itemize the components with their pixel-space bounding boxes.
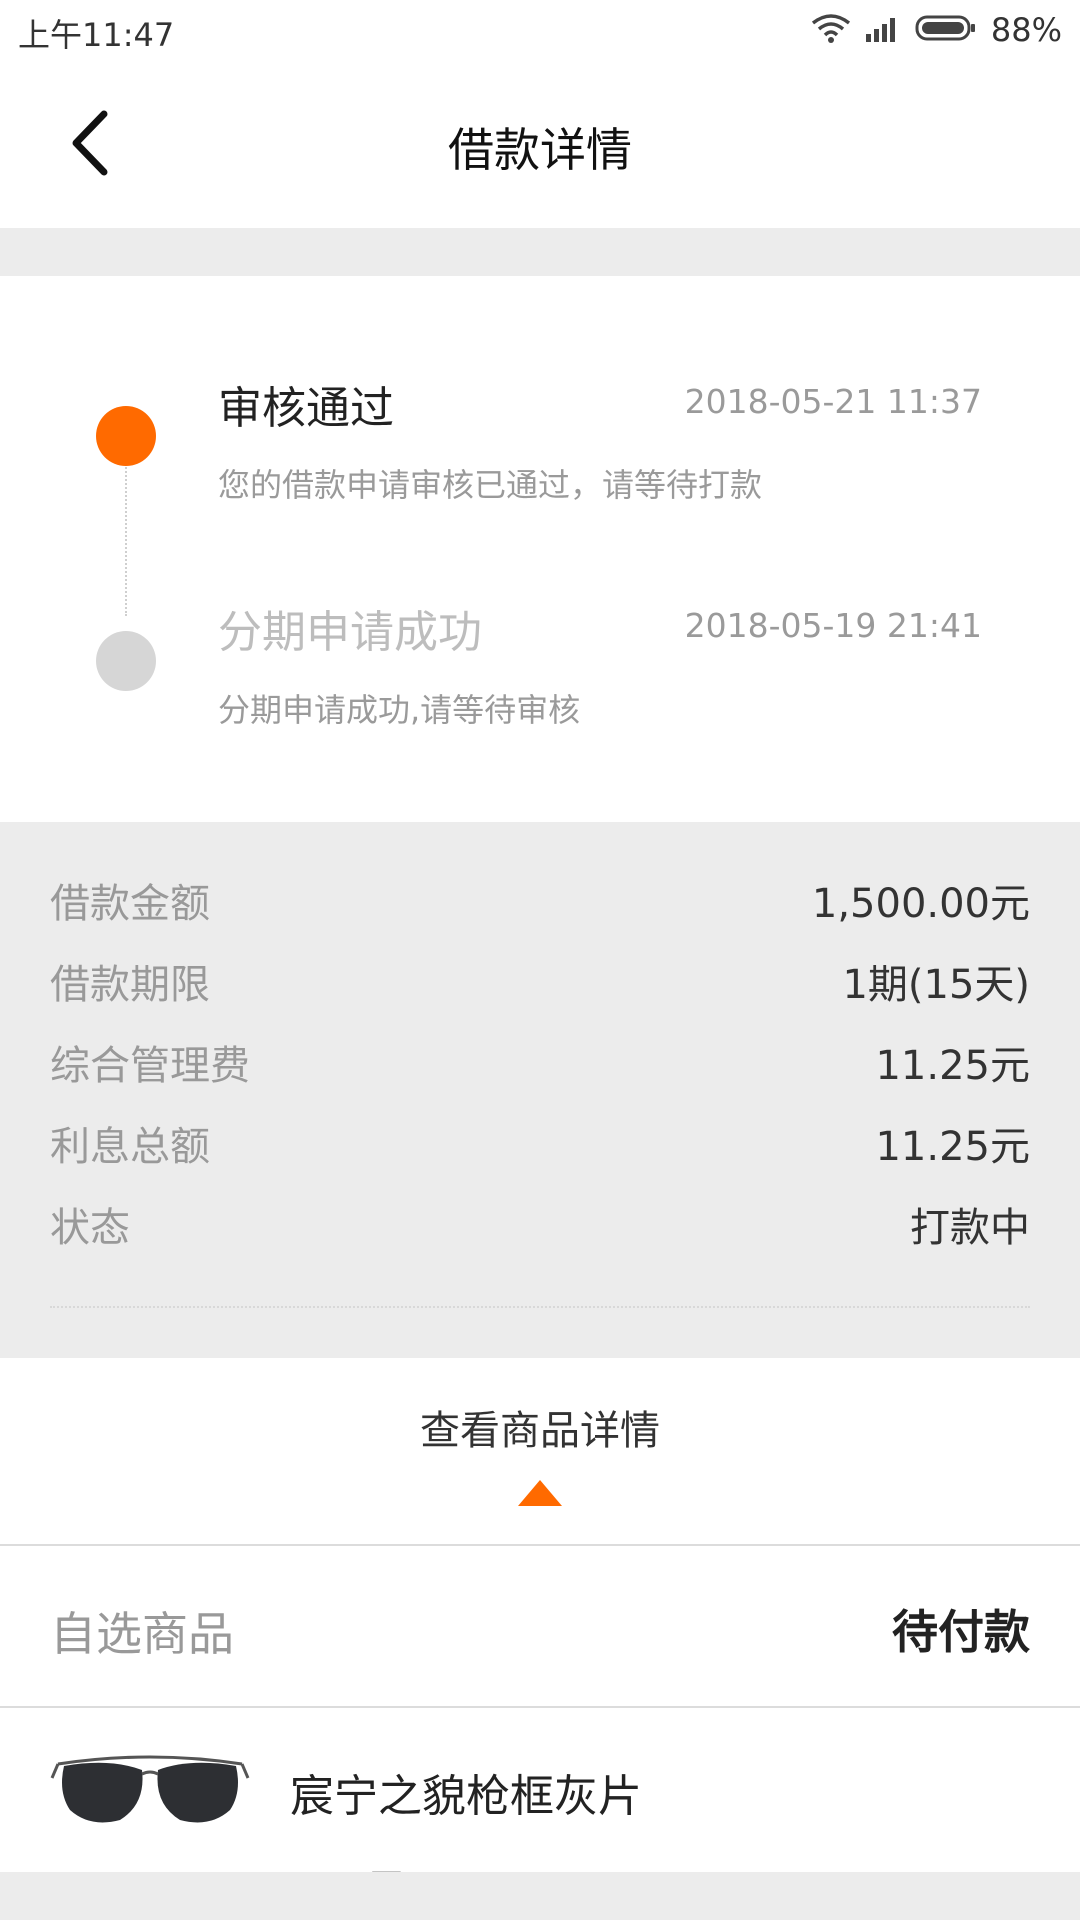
summary-value: 11.25元 — [875, 1043, 1030, 1089]
loan-detail-page: 上午11:47 88% 借款详情 审核通过 2018-05-21 11:37 您… — [0, 0, 1080, 1920]
status-icons: 88% — [811, 10, 1062, 50]
order-header: 自选商品 待付款 — [0, 1546, 1080, 1708]
summary-row-term: 借款期限 1期(15天) — [50, 951, 1030, 1011]
timeline-step-time: 2018-05-19 21:41 — [684, 606, 982, 645]
timeline-step-title: 分期申请成功 — [218, 607, 482, 658]
status-time: 上午11:47 — [18, 16, 175, 54]
order-status-badge: 待付款 — [892, 1605, 1030, 1659]
section-separator — [0, 228, 1080, 276]
status-value: 打款中 — [910, 1205, 1030, 1251]
page-title: 借款详情 — [448, 123, 632, 177]
order-type-label: 自选商品 — [50, 1607, 234, 1661]
product-list-item[interactable]: 宸宁之貌枪框灰片 300元 — [0, 1708, 1080, 1872]
battery-percent: 88% — [990, 11, 1062, 49]
battery-icon — [915, 14, 977, 46]
summary-label: 借款金额 — [50, 881, 210, 927]
loan-timeline: 审核通过 2018-05-21 11:37 您的借款申请审核已通过，请等待打款 … — [0, 276, 1080, 822]
summary-row-status: 状态 打款中 — [50, 1194, 1030, 1254]
timeline-step-title: 审核通过 — [218, 383, 394, 434]
summary-label: 状态 — [50, 1205, 130, 1251]
timeline-dot-active — [96, 406, 156, 466]
status-bar: 上午11:47 88% — [0, 0, 1080, 62]
wifi-icon — [811, 13, 851, 47]
summary-row-fee: 综合管理费 11.25元 — [50, 1032, 1030, 1092]
product-price: 300元 — [290, 1856, 406, 1872]
summary-label: 利息总额 — [50, 1124, 210, 1170]
summary-value: 1,500.00元 — [811, 881, 1030, 927]
summary-row-interest: 利息总额 11.25元 — [50, 1113, 1030, 1173]
timeline-step-desc: 您的借款申请审核已通过，请等待打款 — [218, 466, 763, 504]
loan-summary: 借款金额 1,500.00元 借款期限 1期(15天) 综合管理费 11.25元… — [0, 822, 1080, 1358]
nav-bar: 借款详情 — [0, 62, 1080, 228]
product-name: 宸宁之貌枪框灰片 — [290, 1771, 642, 1822]
summary-value: 1期(15天) — [842, 962, 1030, 1008]
timeline-dot-inactive — [96, 631, 156, 691]
bottom-separator — [0, 1872, 1080, 1920]
sunglasses-icon — [50, 1744, 250, 1864]
summary-row-amount: 借款金额 1,500.00元 — [50, 870, 1030, 930]
summary-value: 11.25元 — [875, 1124, 1030, 1170]
dotted-divider — [50, 1306, 1030, 1308]
view-product-details-button[interactable]: 查看商品详情 — [0, 1358, 1080, 1546]
signal-icon — [865, 14, 901, 46]
summary-label: 综合管理费 — [50, 1043, 250, 1089]
timeline-step-desc: 分期申请成功,请等待审核 — [218, 691, 581, 729]
caret-up-icon — [518, 1480, 562, 1506]
view-product-details-label: 查看商品详情 — [420, 1408, 660, 1454]
summary-label: 借款期限 — [50, 962, 210, 1008]
timeline-step-time: 2018-05-21 11:37 — [684, 382, 982, 421]
